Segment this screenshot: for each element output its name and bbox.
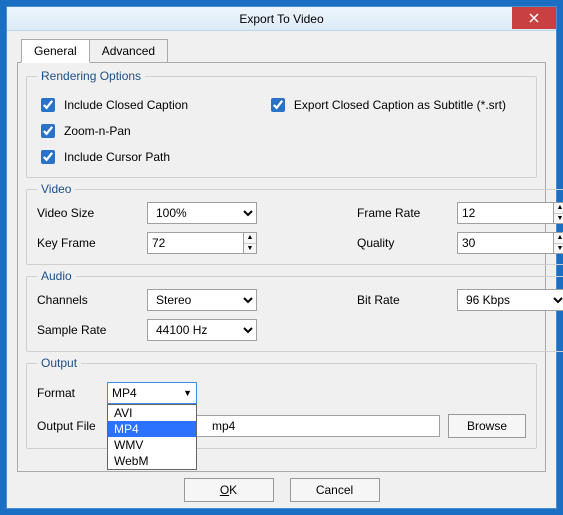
export-dialog: Export To Video General Advanced Renderi… [6, 6, 557, 509]
format-options-list: AVI MP4 WMV WebM [107, 404, 197, 470]
quality-input[interactable] [457, 232, 553, 254]
format-option-mp4[interactable]: MP4 [108, 421, 196, 437]
format-option-webm[interactable]: WebM [108, 453, 196, 469]
sample-rate-select[interactable]: 44100 Hz [147, 319, 257, 341]
key-frame-label: Key Frame [37, 236, 147, 250]
close-button[interactable] [512, 7, 556, 29]
export-cc-srt-label: Export Closed Caption as Subtitle (*.srt… [294, 98, 506, 112]
output-group: Output Format MP4 ▼ AVI MP4 WMV WebM [26, 356, 537, 449]
export-cc-srt-checkbox[interactable]: Export Closed Caption as Subtitle (*.srt… [267, 95, 506, 115]
key-frame-spinner[interactable]: ▲▼ [243, 232, 257, 254]
window-title: Export To Video [7, 12, 556, 26]
titlebar: Export To Video [7, 7, 556, 31]
cancel-label: Cancel [316, 483, 353, 497]
tab-advanced-label: Advanced [102, 44, 155, 58]
output-legend: Output [37, 356, 81, 370]
tab-general-label: General [34, 44, 77, 58]
include-cursor-checkbox[interactable]: Include Cursor Path [37, 147, 170, 167]
quality-label: Quality [357, 236, 457, 250]
export-cc-srt-input[interactable] [271, 98, 285, 112]
output-file-label: Output File [37, 419, 99, 433]
key-frame-input[interactable] [147, 232, 243, 254]
video-group: Video Video Size 100% Frame Rate ▲▼ Key … [26, 182, 563, 265]
bit-rate-label: Bit Rate [357, 293, 457, 307]
close-icon [529, 13, 539, 23]
include-cursor-input[interactable] [41, 150, 55, 164]
frame-rate-label: Frame Rate [357, 206, 457, 220]
ok-button[interactable]: OK [184, 478, 274, 502]
include-cc-input[interactable] [41, 98, 55, 112]
rendering-legend: Rendering Options [37, 69, 145, 83]
video-size-label: Video Size [37, 206, 147, 220]
zoom-n-pan-input[interactable] [41, 124, 55, 138]
include-cursor-label: Include Cursor Path [64, 150, 170, 164]
channels-label: Channels [37, 293, 147, 307]
quality-spinner[interactable]: ▲▼ [553, 232, 563, 254]
zoom-n-pan-checkbox[interactable]: Zoom-n-Pan [37, 121, 131, 141]
channels-select[interactable]: Stereo [147, 289, 257, 311]
format-option-avi[interactable]: AVI [108, 405, 196, 421]
frame-rate-input[interactable] [457, 202, 553, 224]
frame-rate-spinner[interactable]: ▲▼ [553, 202, 563, 224]
include-cc-label: Include Closed Caption [64, 98, 188, 112]
rendering-group: Rendering Options Include Closed Caption… [26, 69, 537, 178]
include-cc-checkbox[interactable]: Include Closed Caption [37, 95, 188, 115]
format-dropdown[interactable]: MP4 ▼ AVI MP4 WMV WebM [107, 382, 197, 404]
video-legend: Video [37, 182, 75, 196]
tab-advanced[interactable]: Advanced [89, 39, 168, 63]
dialog-buttons: OK Cancel [17, 472, 546, 502]
sample-rate-label: Sample Rate [37, 323, 147, 337]
cancel-button[interactable]: Cancel [290, 478, 380, 502]
zoom-n-pan-label: Zoom-n-Pan [64, 124, 131, 138]
tabstrip: General Advanced [17, 39, 546, 63]
format-value: MP4 [112, 386, 137, 400]
format-option-wmv[interactable]: WMV [108, 437, 196, 453]
content-area: General Advanced Rendering Options Inclu… [7, 31, 556, 508]
video-size-select[interactable]: 100% [147, 202, 257, 224]
chevron-down-icon: ▼ [183, 388, 192, 398]
audio-group: Audio Channels Stereo Bit Rate 96 Kbps S… [26, 269, 563, 352]
format-label: Format [37, 386, 99, 400]
bit-rate-select[interactable]: 96 Kbps [457, 289, 563, 311]
browse-button[interactable]: Browse [448, 414, 526, 438]
tab-panel: Rendering Options Include Closed Caption… [17, 62, 546, 472]
tab-general[interactable]: General [21, 39, 90, 63]
browse-label: Browse [467, 419, 507, 433]
audio-legend: Audio [37, 269, 76, 283]
